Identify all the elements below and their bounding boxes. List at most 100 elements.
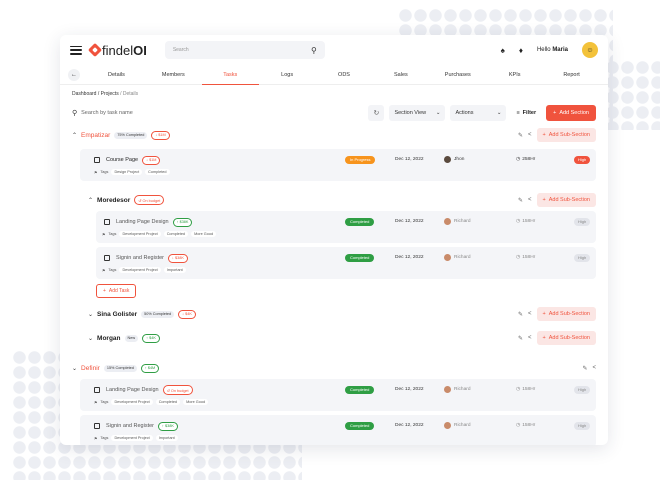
section-view-dropdown[interactable]: Section View ⌄ [389,104,446,121]
due-date: Dec 12, 2022 [395,387,424,392]
edit-icon[interactable]: ✎ [518,311,523,318]
budget-badge: ↺ On budget [134,195,165,205]
task-row[interactable]: Signin and Register ↑ $38K ⚑ Tags Develop… [80,415,596,445]
budget-badge: ↺ On budget [162,385,193,395]
task-row[interactable]: Landing Page Design ↑ $38K ⚑ Tags Develop… [96,211,596,243]
chevron-down-icon[interactable]: ⌄ [88,311,93,318]
task-tags: ⚑ Tags Design Project Completed [94,169,170,175]
breadcrumb-current: Details [122,91,139,97]
tab-report[interactable]: Report [543,65,600,85]
chevron-down-icon[interactable]: ⌄ [88,335,93,342]
task-checkbox[interactable] [104,255,110,261]
task-checkbox[interactable] [94,423,100,429]
task-row[interactable]: Landing Page Design ↺ On budget ⚑ Tags De… [80,379,596,411]
assignee[interactable]: Richard [444,254,471,261]
task-row[interactable]: Course Page ↓ $1M ⚑ Tags Design Project C… [80,149,596,181]
avatar [444,254,451,261]
section-title[interactable]: Definir [81,365,100,372]
priority-badge[interactable]: High [574,254,591,262]
chevron-down-icon[interactable]: ⌄ [72,365,77,372]
share-icon[interactable]: < [528,132,532,138]
budget-badge: ↓ $1M [151,130,170,140]
task-search-input[interactable]: ⚲ Search by task name [72,109,133,117]
task-sections: ⌃ Empatizar 75% Completed ↓ $1M ✎ < + Add… [60,128,608,445]
chevron-up-icon[interactable]: ⌃ [72,132,77,139]
actions-dropdown[interactable]: Actions ⌄ [450,104,507,121]
task-name[interactable]: Course Page [106,157,138,163]
filter-button[interactable]: ≡ Filter [511,105,541,121]
subsection-sina-golister: ⌄ Sina Golister 50% Completed ↓ $4K ✎ < … [60,305,608,323]
task-checkbox[interactable] [104,219,110,225]
new-badge: New [124,334,139,342]
share-icon[interactable]: < [592,365,596,371]
edit-icon[interactable]: ✎ [582,365,587,372]
share-icon[interactable]: < [528,335,532,341]
team-icon[interactable]: ♠ [501,46,505,55]
app-window: findel OI Search ⚲ ♠ ♦ Hello Maria ☺ ← De… [60,35,608,445]
global-search-input[interactable]: Search ⚲ [164,41,325,59]
tag-icon: ⚑ [94,436,98,441]
status-badge[interactable]: Completed [345,218,375,226]
logo[interactable]: findel OI [87,42,147,58]
menu-icon[interactable] [70,45,82,55]
share-icon[interactable]: < [528,311,532,317]
hours: ◷ 158Hr [516,387,536,392]
share-icon[interactable]: < [528,197,532,203]
budget-badge: ↓ $1M [142,155,161,165]
edit-icon[interactable]: ✎ [518,335,523,342]
section-title[interactable]: Empatizar [81,132,110,139]
add-section-button[interactable]: + Add Section [546,104,596,121]
refresh-icon[interactable]: ↻ [368,104,385,121]
priority-badge[interactable]: High [574,218,591,226]
notification-bell-icon[interactable]: ♦ [519,46,523,55]
section-title[interactable]: Moredesor [97,197,130,204]
task-name[interactable]: Signin and Register [116,255,164,261]
priority-badge[interactable]: High [574,386,591,394]
tab-details[interactable]: Details [88,65,145,85]
add-sub-section-button[interactable]: + Add Sub-Section [536,307,596,321]
section-title[interactable]: Sina Golister [97,311,137,318]
plus-icon: + [553,109,557,116]
back-arrow-icon[interactable]: ← [68,68,80,81]
status-badge[interactable]: Completed [345,254,375,262]
section-title[interactable]: Morgan [97,335,120,342]
add-sub-section-button[interactable]: + Add Sub-Section [536,193,596,207]
assignee[interactable]: Richard [444,422,471,429]
assignee[interactable]: Richard [444,386,471,393]
task-name[interactable]: Landing Page Design [116,219,169,225]
tab-purchases[interactable]: Purchases [429,65,486,85]
task-name[interactable]: Landing Page Design [106,387,159,393]
chevron-up-icon[interactable]: ⌃ [88,197,93,204]
tab-logs[interactable]: Logs [259,65,316,85]
top-bar: findel OI Search ⚲ ♠ ♦ Hello Maria ☺ [60,35,608,65]
add-task-button[interactable]: + Add Task [96,284,137,298]
add-sub-section-button[interactable]: + Add Sub-Section [536,128,596,142]
priority-badge[interactable]: High [574,156,591,164]
tab-tasks[interactable]: Tasks [201,65,259,85]
hours: ◷ 258Hr [516,157,536,162]
task-checkbox[interactable] [94,157,100,163]
clock-icon: ◷ [516,423,521,428]
status-badge[interactable]: In Progress [345,156,376,164]
tab-members[interactable]: Members [145,65,202,85]
status-badge[interactable]: Completed [345,422,375,430]
status-badge[interactable]: Completed [345,386,375,394]
task-row[interactable]: Signin and Register ↓ $38K ⚑ Tags Develop… [96,247,596,279]
assignee[interactable]: Richard [444,218,471,225]
tab-kpis[interactable]: KPIs [486,65,543,85]
breadcrumb-path[interactable]: Dashboard / Projects [72,91,119,97]
edit-icon[interactable]: ✎ [518,197,523,204]
due-date: Dec 12, 2022 [395,219,424,224]
priority-badge[interactable]: High [574,422,591,430]
hours: ◷ 158Hr [516,255,536,260]
tab-sales[interactable]: Sales [372,65,429,85]
logo-text-suffix: OI [133,42,147,58]
edit-icon[interactable]: ✎ [518,132,523,139]
task-checkbox[interactable] [94,387,100,393]
tab-ods[interactable]: ODS [316,65,373,85]
assignee[interactable]: Jhon [444,156,464,163]
task-name[interactable]: Signin and Register [106,423,154,429]
add-sub-section-button[interactable]: + Add Sub-Section [536,331,596,345]
user-avatar[interactable]: ☺ [582,42,598,58]
due-date: Dec 12, 2022 [395,423,424,428]
